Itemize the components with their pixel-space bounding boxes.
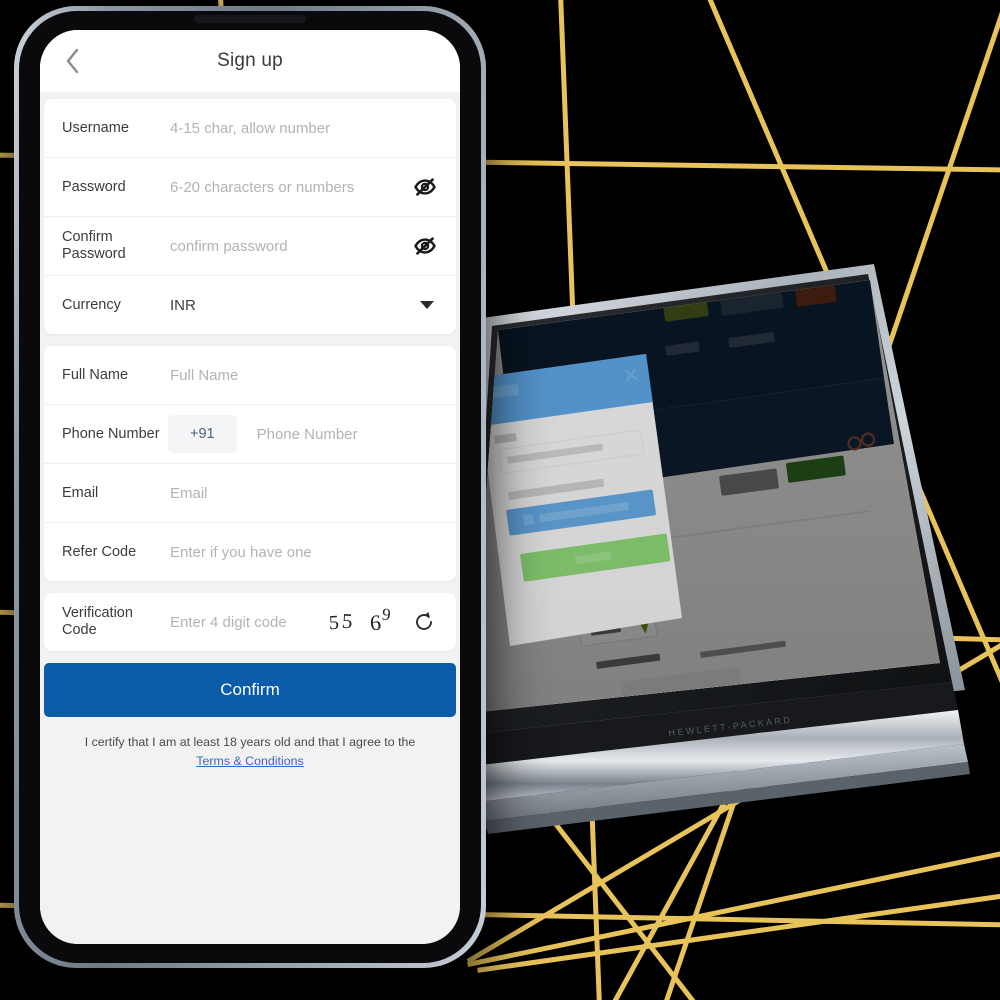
captcha-image: 5 5 6 9 — [328, 605, 391, 636]
password-label: Password — [62, 178, 126, 195]
currency-dropdown-toggle[interactable] — [416, 294, 438, 316]
row-email[interactable]: Email Email — [44, 464, 456, 523]
username-input[interactable]: 4-15 char, allow number — [164, 120, 438, 137]
confirm-button[interactable]: Confirm — [44, 663, 456, 717]
confirm-password-label: Confirm Password — [62, 229, 126, 262]
terms-and-conditions-link[interactable]: Terms & Conditions — [196, 754, 303, 768]
refresh-captcha-button[interactable] — [410, 608, 438, 636]
phone-mockup: Sign up Username 4-15 char, allow number… — [14, 6, 486, 968]
email-label: Email — [62, 484, 99, 501]
verification-code-input[interactable]: Enter 4 digit code — [164, 614, 319, 631]
full-name-label: Full Name — [62, 366, 129, 383]
eye-slash-icon — [414, 178, 436, 196]
verification-card: Verification Code Enter 4 digit code 5 5… — [44, 593, 456, 651]
phone-earpiece-speaker — [194, 15, 306, 23]
eye-slash-icon — [414, 237, 436, 255]
confirm-password-visibility-toggle[interactable] — [412, 233, 438, 259]
laptop-mockup: HEWLETT-PACKARD — [470, 258, 1000, 834]
row-phone-number[interactable]: Phone Number +91 Phone Number — [44, 405, 456, 464]
row-refer-code[interactable]: Refer Code Enter if you have one — [44, 523, 456, 581]
confirm-password-input[interactable]: confirm password — [164, 238, 412, 255]
back-button[interactable] — [58, 46, 88, 76]
account-card: Username 4-15 char, allow number Passwor… — [44, 99, 456, 334]
captcha-char-1: 5 — [341, 608, 354, 634]
refresh-icon — [416, 611, 432, 630]
row-full-name[interactable]: Full Name Full Name — [44, 346, 456, 405]
captcha-char-2: 6 — [368, 609, 382, 636]
country-code-selector[interactable]: +91 — [168, 415, 237, 453]
currency-value[interactable]: INR — [164, 297, 416, 314]
profile-card: Full Name Full Name Phone Number +91 Pho… — [44, 346, 456, 581]
phone-screen: Sign up Username 4-15 char, allow number… — [40, 30, 460, 944]
app-bar: Sign up — [40, 30, 460, 92]
full-name-input[interactable]: Full Name — [164, 367, 438, 384]
verification-code-label: Verification Code — [62, 605, 133, 638]
chevron-left-icon — [66, 48, 79, 74]
chevron-down-icon — [420, 301, 434, 309]
row-currency[interactable]: Currency INR — [44, 276, 456, 334]
username-label: Username — [62, 119, 129, 136]
row-password[interactable]: Password 6-20 characters or numbers — [44, 158, 456, 217]
password-visibility-toggle[interactable] — [412, 174, 438, 200]
row-username[interactable]: Username 4-15 char, allow number — [44, 99, 456, 158]
refer-code-input[interactable]: Enter if you have one — [164, 544, 438, 561]
email-input[interactable]: Email — [164, 485, 438, 502]
row-verification-code[interactable]: Verification Code Enter 4 digit code 5 5… — [44, 593, 456, 651]
captcha-char-3: 9 — [380, 604, 392, 625]
refer-code-label: Refer Code — [62, 543, 137, 560]
page-title: Sign up — [217, 50, 283, 71]
terms-text: I certify that I am at least 18 years ol… — [84, 735, 416, 749]
scene: HEWLETT-PACKARD Sign up Username 4-15 ch… — [0, 0, 1000, 1000]
form-scroll-area[interactable]: Username 4-15 char, allow number Passwor… — [40, 92, 460, 944]
currency-label: Currency — [62, 296, 121, 313]
phone-number-label: Phone Number — [62, 425, 160, 442]
signup-app: Sign up Username 4-15 char, allow number… — [40, 30, 460, 944]
phone-number-input[interactable]: Phone Number — [241, 426, 438, 443]
password-input[interactable]: 6-20 characters or numbers — [164, 179, 412, 196]
captcha-char-0: 5 — [328, 611, 340, 635]
terms-consent-text: I certify that I am at least 18 years ol… — [54, 733, 446, 771]
row-confirm-password[interactable]: Confirm Password confirm password — [44, 217, 456, 276]
